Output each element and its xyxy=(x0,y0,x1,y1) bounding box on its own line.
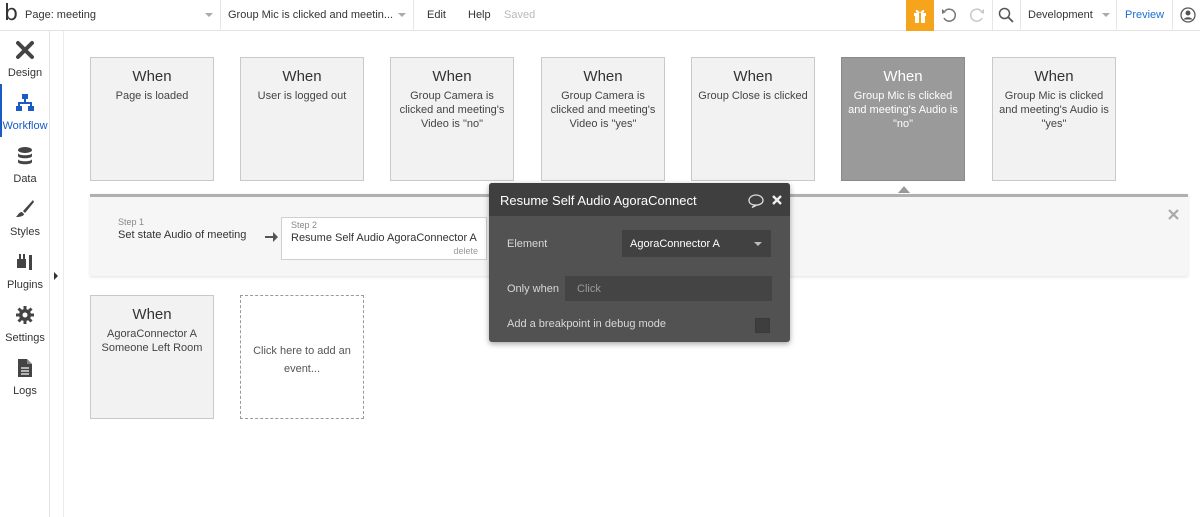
element-dropdown-value: AgoraConnector A xyxy=(630,238,720,250)
arrow-right-icon xyxy=(265,232,278,242)
event-description: User is logged out xyxy=(257,90,347,102)
help-menu[interactable]: Help xyxy=(468,9,491,21)
event-when-label: When xyxy=(432,68,472,85)
divider xyxy=(413,0,414,31)
workflow-selector-chevron-down-icon[interactable] xyxy=(398,13,406,17)
divider xyxy=(1116,0,1117,31)
sidebar-item-workflow[interactable]: Workflow xyxy=(0,84,50,137)
top-bar: b Page: meeting Group Mic is clicked and… xyxy=(0,0,1200,31)
sidebar-item-design[interactable]: Design xyxy=(0,31,50,84)
element-label: Element xyxy=(507,238,548,250)
sidebar-item-label: Design xyxy=(7,67,43,79)
workflow-step-1[interactable]: Step 1 Set state Audio of meeting xyxy=(118,217,246,241)
add-event-card[interactable]: Click here to add an event... xyxy=(240,295,364,419)
breakpoint-checkbox[interactable] xyxy=(755,318,770,333)
gift-icon xyxy=(914,9,926,23)
only-when-input[interactable] xyxy=(565,276,772,301)
delete-step-link[interactable]: delete xyxy=(453,246,478,256)
sidebar-item-label: Styles xyxy=(10,226,40,238)
workflow-step-2[interactable]: Step 2 Resume Self Audio AgoraConnector … xyxy=(281,217,487,260)
bubble-logo[interactable]: b xyxy=(4,3,18,25)
event-description: Page is loaded xyxy=(115,90,189,102)
sidebar-item-label: Settings xyxy=(5,332,45,344)
event-description: Group Close is clicked xyxy=(698,90,808,102)
sidebar-item-label: Data xyxy=(13,173,37,185)
step-name: Set state Audio of meeting xyxy=(118,229,247,241)
step-name: Resume Self Audio AgoraConnector A xyxy=(291,232,477,244)
breakpoint-label: Add a breakpoint in debug mode xyxy=(507,318,667,330)
design-tools-icon xyxy=(16,41,34,59)
event-when-label: When xyxy=(132,306,172,323)
event-when-label: When xyxy=(583,68,623,85)
canvas-divider xyxy=(63,31,64,517)
property-editor-title: Resume Self Audio AgoraConnect xyxy=(500,193,697,208)
gear-icon xyxy=(16,306,34,324)
event-description: Group Camera is clicked and meeting's Vi… xyxy=(550,90,656,130)
event-when-label: When xyxy=(132,68,172,85)
add-event-label: Click here to add an event... xyxy=(253,345,351,375)
sidebar-item-label: Plugins xyxy=(6,279,44,291)
undo-icon[interactable] xyxy=(941,7,957,23)
event-when-label: When xyxy=(733,68,773,85)
sidebar-item-data[interactable]: Data xyxy=(0,137,50,190)
divider xyxy=(1172,0,1173,31)
element-dropdown[interactable]: AgoraConnector A xyxy=(622,230,771,257)
saved-status: Saved xyxy=(504,9,536,21)
page-selector[interactable]: Page: meeting xyxy=(25,9,96,21)
sidebar-item-logs[interactable]: Logs xyxy=(0,349,50,402)
workflow-icon xyxy=(16,94,34,111)
redo-icon[interactable] xyxy=(969,7,985,23)
sidebar-expand-caret-icon[interactable] xyxy=(54,272,58,280)
page-selector-chevron-down-icon[interactable] xyxy=(205,13,213,17)
event-card[interactable]: When AgoraConnector A Someone Left Room xyxy=(90,295,214,419)
plug-icon xyxy=(17,254,32,270)
document-icon xyxy=(18,359,32,377)
only-when-label: Only when xyxy=(507,283,559,295)
edit-menu[interactable]: Edit xyxy=(427,9,446,21)
event-card[interactable]: When Group Close is clicked xyxy=(691,57,815,181)
event-when-label: When xyxy=(282,68,322,85)
sidebar-item-settings[interactable]: Settings xyxy=(0,296,50,349)
close-icon[interactable] xyxy=(1168,209,1179,220)
workflow-selector[interactable]: Group Mic is clicked and meetin... xyxy=(228,9,393,21)
event-card[interactable]: When User is logged out xyxy=(240,57,364,181)
environment-selector[interactable]: Development xyxy=(1028,9,1093,21)
chevron-down-icon xyxy=(754,242,762,246)
comment-icon[interactable] xyxy=(748,194,764,208)
step-number: Step 1 xyxy=(118,217,145,227)
event-card[interactable]: When Group Camera is clicked and meeting… xyxy=(390,57,514,181)
preview-button[interactable]: Preview xyxy=(1125,9,1164,21)
gift-button[interactable] xyxy=(906,0,934,31)
database-icon xyxy=(18,147,32,165)
event-when-label: When xyxy=(1034,68,1074,85)
event-when-label: When xyxy=(883,68,923,85)
action-property-editor: Resume Self Audio AgoraConnect Element A… xyxy=(489,183,790,342)
divider xyxy=(1020,0,1021,31)
user-icon[interactable] xyxy=(1180,7,1196,23)
sidebar-item-plugins[interactable]: Plugins xyxy=(0,243,50,296)
event-description: AgoraConnector A Someone Left Room xyxy=(101,328,203,354)
selected-event-pointer xyxy=(898,186,910,193)
event-card[interactable]: When Page is loaded xyxy=(90,57,214,181)
environment-chevron-down-icon[interactable] xyxy=(1102,13,1110,17)
divider xyxy=(992,0,993,31)
brush-icon xyxy=(16,200,34,217)
event-description: Group Mic is clicked and meeting's Audio… xyxy=(848,90,958,130)
event-card-selected[interactable]: When Group Mic is clicked and meeting's … xyxy=(841,57,965,181)
divider xyxy=(220,0,221,31)
close-icon[interactable] xyxy=(772,195,782,205)
sidebar-item-label: Logs xyxy=(13,385,37,397)
event-description: Group Camera is clicked and meeting's Vi… xyxy=(399,90,505,130)
event-description: Group Mic is clicked and meeting's Audio… xyxy=(999,90,1109,130)
sidebar: Design Workflow Data Styles Plugins Sett… xyxy=(0,31,50,517)
event-card[interactable]: When Group Camera is clicked and meeting… xyxy=(541,57,665,181)
event-card[interactable]: When Group Mic is clicked and meeting's … xyxy=(992,57,1116,181)
step-number: Step 2 xyxy=(291,220,318,230)
sidebar-item-label: Workflow xyxy=(2,120,48,132)
search-icon[interactable] xyxy=(998,7,1014,23)
sidebar-item-styles[interactable]: Styles xyxy=(0,190,50,243)
property-editor-header[interactable]: Resume Self Audio AgoraConnect xyxy=(489,183,790,216)
